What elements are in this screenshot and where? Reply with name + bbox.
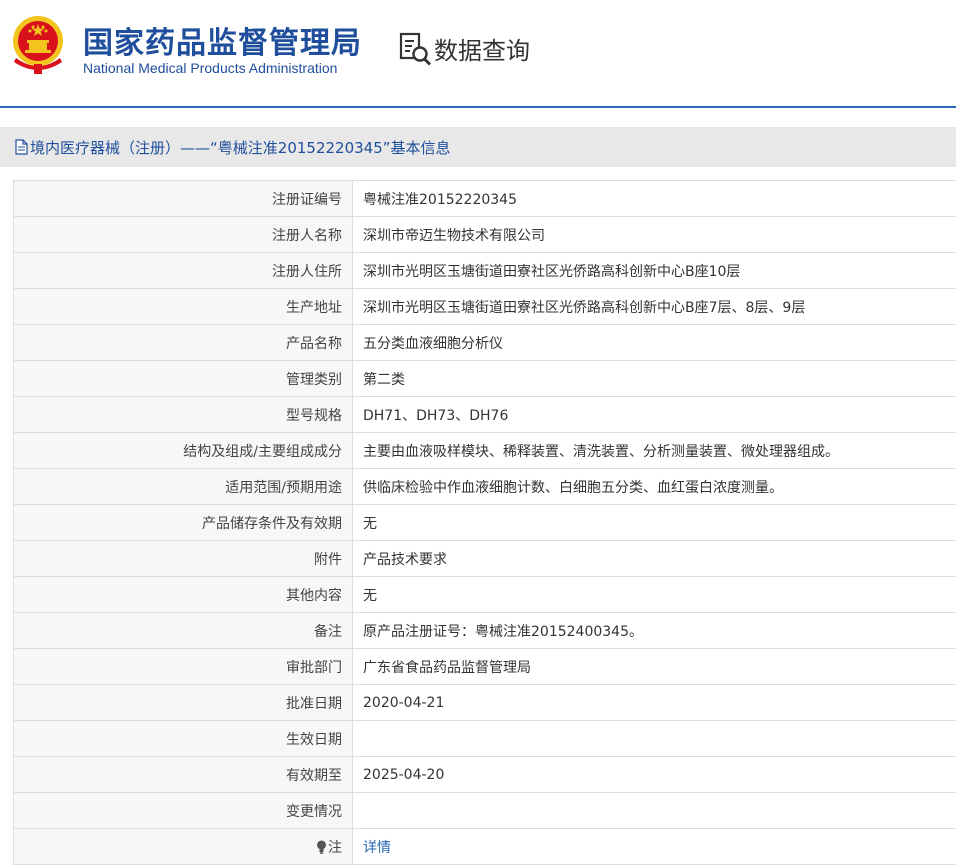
table-row: 附件 产品技术要求: [13, 540, 956, 577]
field-value: 五分类血液细胞分析仪: [352, 324, 956, 361]
field-value: 粤械注准20152220345: [352, 180, 956, 217]
field-label: 注册人名称: [13, 216, 353, 253]
field-value: 广东省食品药品监督管理局: [352, 648, 956, 685]
note-value-cell: 详情: [352, 828, 956, 865]
field-label: 生产地址: [13, 288, 353, 325]
field-label: 产品储存条件及有效期: [13, 504, 353, 541]
field-label: 结构及组成/主要组成成分: [13, 432, 353, 469]
table-row: 生产地址 深圳市光明区玉塘街道田寮社区光侨路高科创新中心B座7层、8层、9层: [13, 288, 956, 325]
table-row: 注册人住所 深圳市光明区玉塘街道田寮社区光侨路高科创新中心B座10层: [13, 252, 956, 289]
field-value: 无: [352, 576, 956, 613]
field-label: 附件: [13, 540, 353, 577]
field-label: 型号规格: [13, 396, 353, 433]
field-label: 备注: [13, 612, 353, 649]
field-value: 2025-04-20: [352, 756, 956, 793]
field-value: 产品技术要求: [352, 540, 956, 577]
table-row: 注册人名称 深圳市帝迈生物技术有限公司: [13, 216, 956, 253]
field-value: 第二类: [352, 360, 956, 397]
table-row: 批准日期 2020-04-21: [13, 684, 956, 721]
field-value: 深圳市帝迈生物技术有限公司: [352, 216, 956, 253]
search-document-icon: [399, 32, 432, 66]
table-row: 产品储存条件及有效期无: [13, 504, 956, 541]
data-query-label[interactable]: 数据查询: [434, 31, 530, 66]
table-row: 适用范围/预期用途 供临床检验中作血液细胞计数、白细胞五分类、血红蛋白浓度测量。: [13, 468, 956, 505]
field-value: 深圳市光明区玉塘街道田寮社区光侨路高科创新中心B座10层: [352, 252, 956, 289]
field-value: [352, 720, 956, 757]
note-row: 注 详情: [13, 828, 956, 865]
header-divider: [0, 106, 956, 108]
lightbulb-icon: [317, 840, 326, 854]
field-label: 产品名称: [13, 324, 353, 361]
org-name-en: National Medical Products Administration: [83, 60, 338, 76]
org-name-cn: 国家药品监督管理局: [83, 26, 362, 61]
field-value: 深圳市光明区玉塘街道田寮社区光侨路高科创新中心B座7层、8层、9层: [352, 288, 956, 325]
table-row: 生效日期: [13, 720, 956, 757]
table-row: 审批部门 广东省食品药品监督管理局: [13, 648, 956, 685]
site-header: 国家药品监督管理局 National Medical Products Admi…: [0, 0, 956, 108]
table-row: 备注 原产品注册证号：粤械注准20152400345。: [13, 612, 956, 649]
field-label: 注册人住所: [13, 252, 353, 289]
page-title-bar: 境内医疗器械（注册）——“粤械注准20152220345”基本信息: [0, 127, 956, 167]
field-value: 主要由血液吸样模块、稀释装置、清洗装置、分析测量装置、微处理器组成。: [352, 432, 956, 469]
page-title: 境内医疗器械（注册）——“粤械注准20152220345”基本信息: [30, 139, 451, 157]
field-label: 注册证编号: [13, 180, 353, 217]
field-value: 原产品注册证号：粤械注准20152400345。: [352, 612, 956, 649]
table-row: 管理类别 第二类: [13, 360, 956, 397]
field-label: 批准日期: [13, 684, 353, 721]
field-value: [352, 792, 956, 829]
table-row: 结构及组成/主要组成成分 主要由血液吸样模块、稀释装置、清洗装置、分析测量装置、微…: [13, 432, 956, 469]
field-label: 管理类别: [13, 360, 353, 397]
table-row: 注册证编号 粤械注准20152220345: [13, 180, 956, 217]
field-label: 其他内容: [13, 576, 353, 613]
field-label: 适用范围/预期用途: [13, 468, 353, 505]
field-value: DH71、DH73、DH76: [352, 396, 956, 433]
national-emblem-icon: [13, 16, 63, 74]
table-row: 其他内容无: [13, 576, 956, 613]
registration-info-table: 注册证编号 粤械注准20152220345 注册人名称 深圳市帝迈生物技术有限公司 注册…: [13, 180, 956, 865]
field-label: 变更情况: [13, 792, 353, 829]
note-label: 注: [328, 839, 342, 856]
field-value: 2020-04-21: [352, 684, 956, 721]
field-value: 供临床检验中作血液细胞计数、白细胞五分类、血红蛋白浓度测量。: [352, 468, 956, 505]
table-row: 型号规格 DH71、DH73、DH76: [13, 396, 956, 433]
field-label: 审批部门: [13, 648, 353, 685]
table-row: 变更情况: [13, 792, 956, 829]
field-label: 生效日期: [13, 720, 353, 757]
field-value: 无: [352, 504, 956, 541]
table-row: 产品名称 五分类血液细胞分析仪: [13, 324, 956, 361]
field-label: 有效期至: [13, 756, 353, 793]
table-row: 有效期至 2025-04-20: [13, 756, 956, 793]
document-icon: [15, 139, 28, 155]
note-label-cell: 注: [13, 828, 353, 865]
details-link[interactable]: 详情: [363, 840, 391, 856]
